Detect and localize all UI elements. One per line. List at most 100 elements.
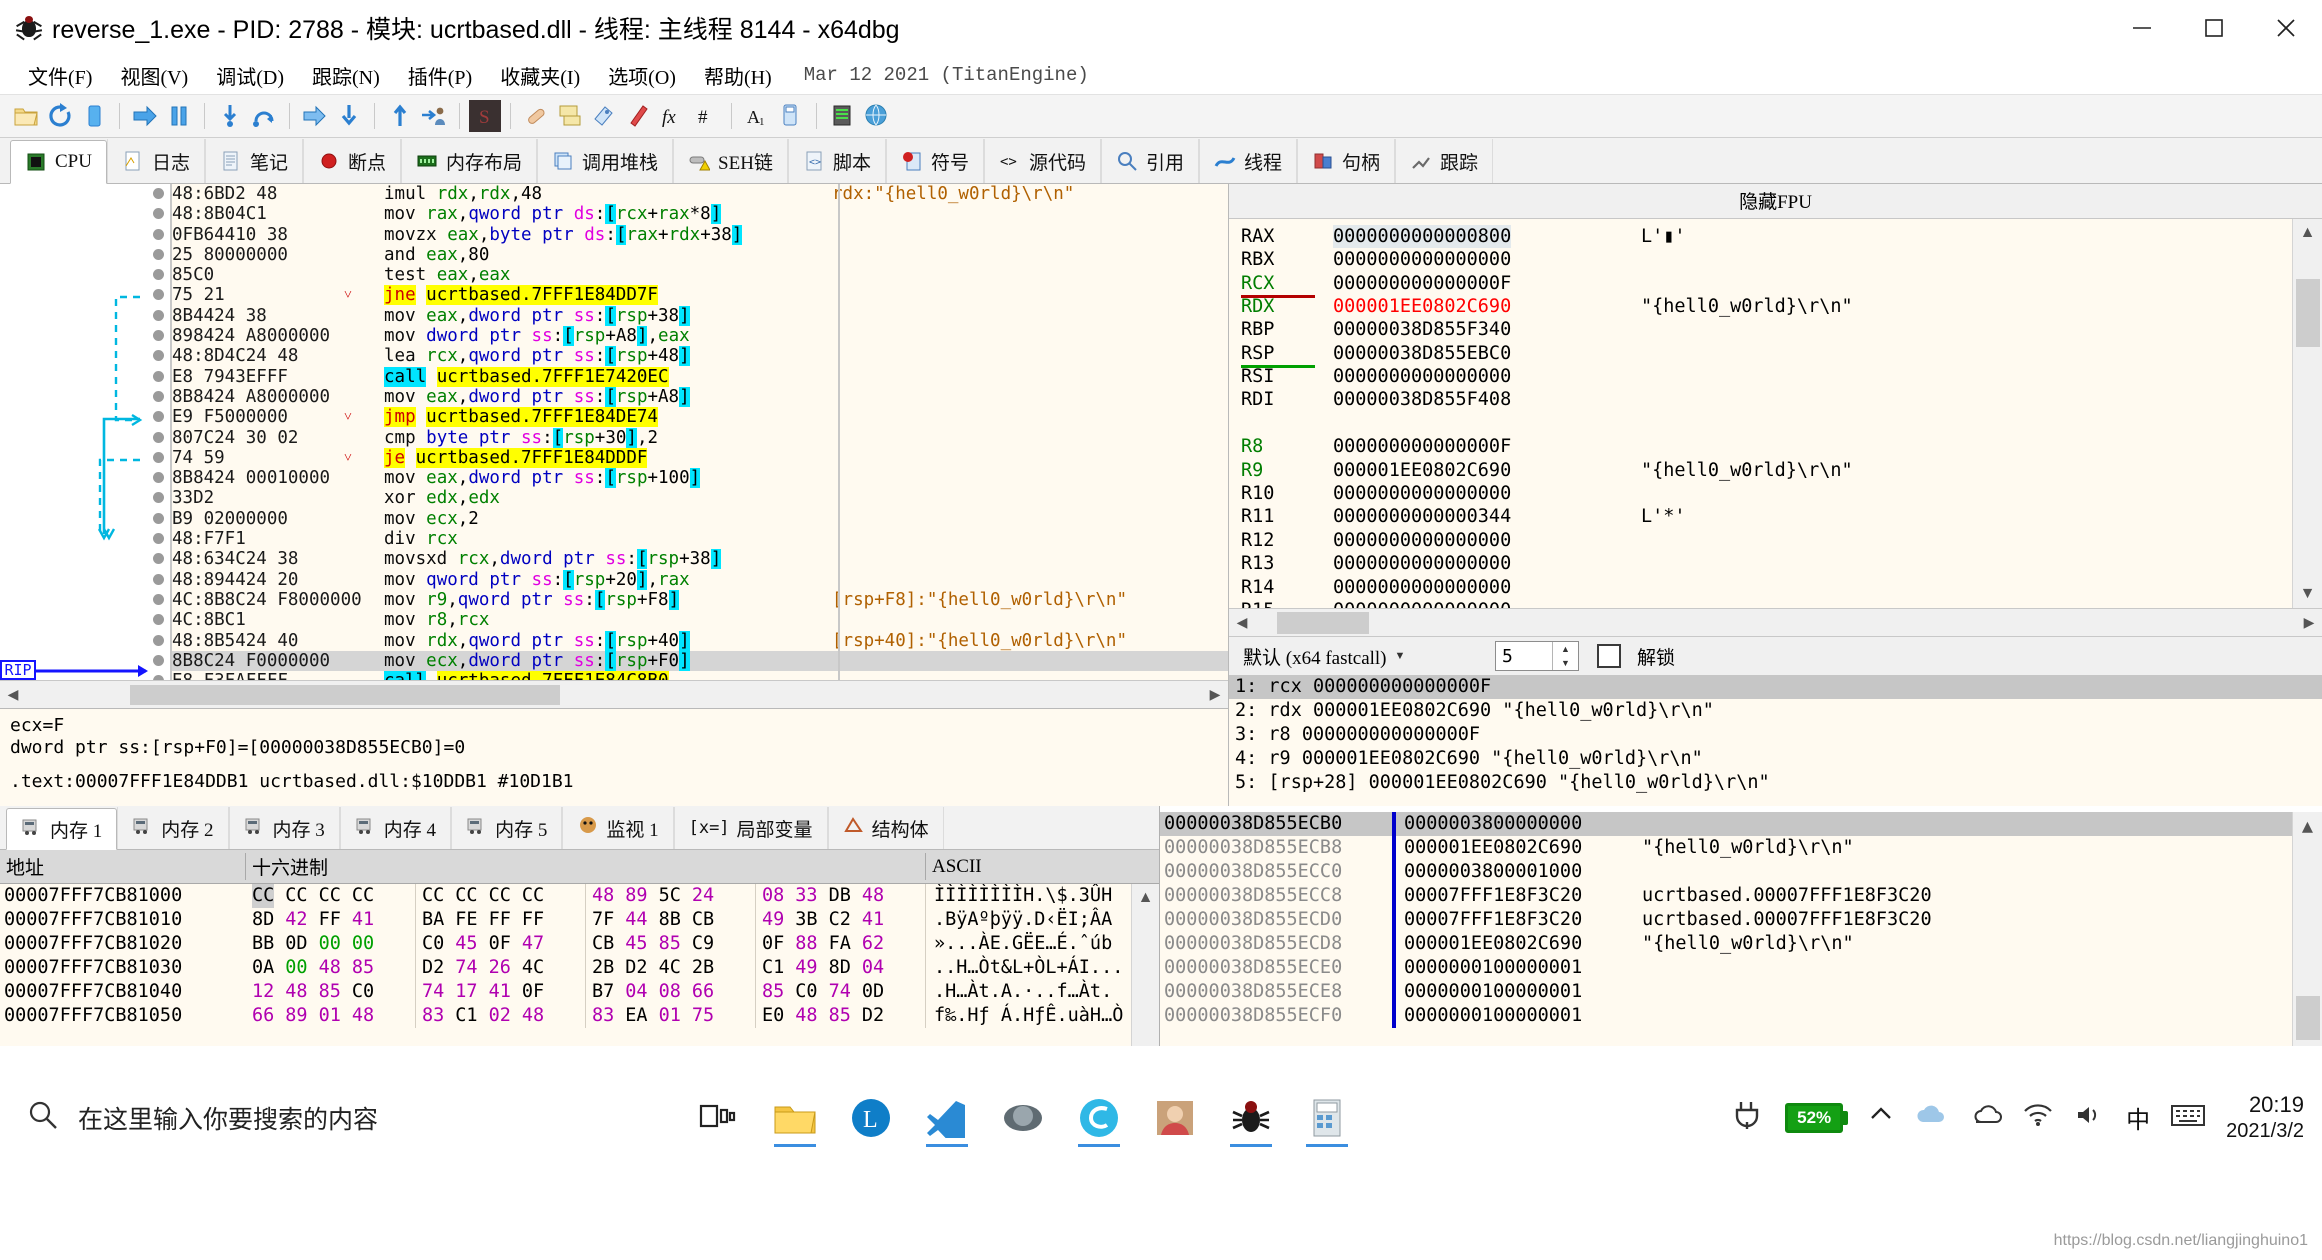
scroll-up-icon[interactable]: ▲ [2293,219,2322,247]
register-value[interactable]: 00000038D855EBC0 [1333,342,1511,365]
breakpoint-toggle[interactable] [148,488,170,508]
vscroll-thumb[interactable] [2296,279,2320,347]
volume-icon[interactable] [2074,1102,2106,1133]
stepper-arrows[interactable]: ▲ ▼ [1552,642,1578,670]
breakpoint-toggle[interactable] [148,326,170,346]
breakpoint-toggle[interactable] [148,245,170,265]
dump-vscrollbar[interactable]: ▲ [1131,884,1159,1046]
breakpoint-gutter[interactable] [148,184,170,680]
dump-tab[interactable]: [x=]局部变量 [674,807,828,849]
stack-row[interactable]: 00000038D855ECB00000003800000000 [1160,812,2292,836]
tab-threads[interactable]: 线程 [1199,139,1297,183]
tab-cpu[interactable]: CPU [10,140,107,184]
disassembly-row[interactable]: E8 F3FAFFFFcall ucrtbased.7FFF1E84C8B0 [172,671,1228,680]
stack-rows[interactable]: 00000038D855ECB00000003800000000 00000038… [1160,812,2292,1046]
dump-tab[interactable]: 内存 5 [451,807,562,849]
scroll-left-icon[interactable]: ◀ [0,682,26,708]
sogou-icon[interactable] [1070,1087,1128,1149]
register-value[interactable]: 0000000000000344 [1333,505,1511,528]
dump-row[interactable]: 00007FFF7CB810108D42FF41BAFEFFFF7F448BCB… [0,908,1131,932]
dump-row[interactable]: 00007FFF7CB81040124885C07417410FB7040866… [0,980,1131,1004]
web-icon[interactable] [860,100,892,132]
breakpoint-toggle[interactable] [148,428,170,448]
breakpoint-toggle[interactable] [148,509,170,529]
scroll-down-icon[interactable]: ▼ [2293,580,2322,608]
memory-map-icon[interactable] [826,100,858,132]
dump-tab[interactable]: 监视 1 [562,807,673,849]
breakpoint-toggle[interactable] [148,529,170,549]
register-value[interactable]: 000001EE0802C690 [1333,295,1511,318]
register-row[interactable]: RDI00000038D855F408 [1241,388,2292,411]
menu-view[interactable]: 视图(V) [106,59,202,92]
register-value[interactable]: 0000000000000000 [1333,529,1511,552]
argument-row[interactable]: 3: r8 000000000000000F [1229,723,2322,747]
ie-icon[interactable] [994,1087,1052,1149]
registers-vscrollbar[interactable]: ▲ ▼ [2292,219,2322,608]
hscroll-track[interactable] [1255,609,2296,635]
disassembly-row[interactable]: 33D2xor edx,edx [172,488,1228,508]
user-avatar-icon[interactable] [1146,1087,1204,1149]
file-explorer-icon[interactable] [766,1087,824,1149]
register-value[interactable]: 0000000000000000 [1333,576,1511,599]
step-out-icon[interactable] [299,100,331,132]
dump-row[interactable]: 00007FFF7CB81000CCCCCCCCCCCCCCCC48895C24… [0,884,1131,908]
stack-row[interactable]: 00000038D855ECC00000003800001000 [1160,860,2292,884]
stepper-down-icon[interactable]: ▼ [1553,656,1578,670]
stack-vscrollbar[interactable]: ▲ [2292,812,2322,1046]
register-value[interactable]: 00000038D855F340 [1333,318,1511,341]
argument-count-value[interactable]: 5 [1496,646,1552,667]
disassembly-row[interactable]: B9 02000000mov ecx,2 [172,509,1228,529]
breakpoint-toggle[interactable] [148,306,170,326]
register-row[interactable]: R120000000000000000 [1241,529,2292,552]
register-value[interactable]: 0000000000000000 [1333,365,1511,388]
tab-log[interactable]: 日志 [107,139,205,183]
stack-rows-container[interactable]: 00000038D855ECB00000003800000000 00000038… [1160,812,2322,1046]
breakpoint-toggle[interactable] [148,407,170,427]
disassembly-row[interactable]: 48:634C24 38movsxd rcx,dword ptr ss:[rsp… [172,549,1228,569]
register-row[interactable]: RAX0000000000000800L'▮' [1241,225,2292,248]
disassembly-row[interactable]: 8B8424 00010000mov eax,dword ptr ss:[rsp… [172,468,1228,488]
dump-row[interactable]: 00007FFF7CB81020BB0D0000C0450F47CB4585C9… [0,932,1131,956]
disassembly-row[interactable]: 48:8B5424 40mov rdx,qword ptr ss:[rsp+40… [172,631,1228,651]
register-value[interactable]: 0000000000000000 [1333,248,1511,271]
disassembly-row[interactable]: 48:F7F1div rcx [172,529,1228,549]
register-row[interactable]: RCX000000000000000F [1241,272,2292,295]
register-row[interactable]: R150000000000000000 [1241,599,2292,608]
calculator-icon[interactable] [775,100,807,132]
disassembly-row[interactable]: 8B4424 38mov eax,dword ptr ss:[rsp+38] [172,306,1228,326]
breakpoint-toggle[interactable] [148,671,170,680]
disassembly-row[interactable]: 807C24 30 02cmp byte ptr ss:[rsp+30],2 [172,428,1228,448]
bookmark-icon[interactable] [622,100,654,132]
register-value[interactable]: 000000000000000F [1333,272,1511,295]
tab-notes[interactable]: 笔记 [205,139,303,183]
disassembly-row[interactable]: 25 80000000and eax,80 [172,245,1228,265]
step-over-icon[interactable] [248,100,280,132]
register-row[interactable]: R100000000000000000 [1241,482,2292,505]
taskbar-clock[interactable]: 20:19 2021/3/2 [2226,1092,2304,1144]
breakpoint-toggle[interactable] [148,448,170,468]
run-icon[interactable] [129,100,161,132]
tab-callstack[interactable]: 调用堆栈 [537,139,673,183]
breakpoint-toggle[interactable] [148,651,170,671]
stack-row[interactable]: 00000038D855ECD8000001EE0802C690"{hell0_… [1160,932,2292,956]
function-icon[interactable]: fx [656,100,688,132]
register-row[interactable]: R9000001EE0802C690"{hell0_w0rld}\r\n" [1241,459,2292,482]
dump-tab[interactable]: 内存 3 [229,807,340,849]
tab-seh[interactable]: SEH链 [673,139,788,183]
cloud-icon[interactable] [1914,1102,1950,1133]
breakpoint-toggle[interactable] [148,549,170,569]
step-down-icon[interactable] [333,100,365,132]
argument-count-stepper[interactable]: 5 ▲ ▼ [1495,641,1579,671]
breakpoint-toggle[interactable] [148,387,170,407]
network-icon[interactable] [2022,1102,2054,1133]
hscroll-track[interactable] [26,682,1202,708]
hash-icon[interactable]: # [690,100,722,132]
comment-icon[interactable] [554,100,586,132]
step-into-icon[interactable] [214,100,246,132]
breakpoint-toggle[interactable] [148,285,170,305]
close-button[interactable] [2250,0,2322,56]
disassembly-row[interactable]: 898424 A8000000mov dword ptr ss:[rsp+A8]… [172,326,1228,346]
disassembly-row[interactable]: 8B8C24 F0000000mov ecx,dword ptr ss:[rsp… [172,651,1228,671]
register-value[interactable]: 000001EE0802C690 [1333,459,1511,482]
stop-icon[interactable] [78,100,110,132]
